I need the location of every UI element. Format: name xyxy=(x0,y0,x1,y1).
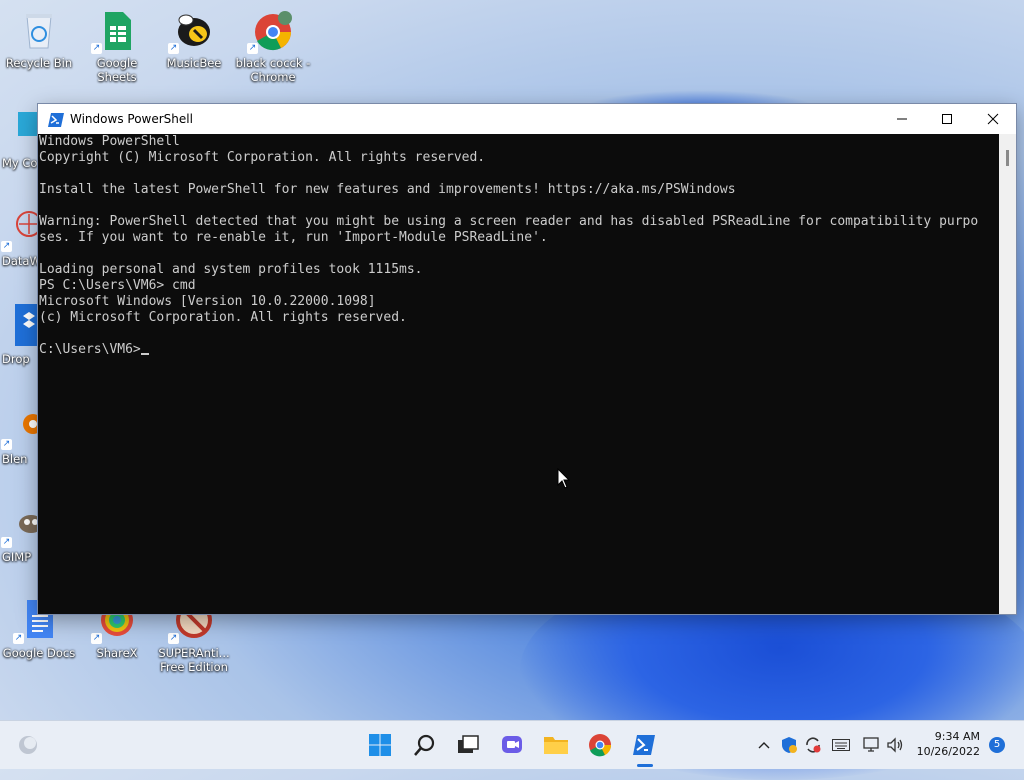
musicbee-icon: ↗ xyxy=(168,8,216,54)
keyboard-tray-button[interactable] xyxy=(831,733,851,757)
desktop-icon-recycle-bin[interactable]: Recycle Bin xyxy=(0,8,78,70)
console-line: Windows PowerShell xyxy=(39,134,180,149)
powershell-window[interactable]: Windows PowerShell Windows PowerShell Co… xyxy=(38,104,1016,614)
shortcut-arrow-icon: ↗ xyxy=(168,633,179,644)
file-explorer-icon xyxy=(544,737,568,754)
clock-date: 10/26/2022 xyxy=(916,745,980,758)
clock-time: 9:34 AM xyxy=(934,730,980,743)
desktop-icon-label: black cocck - Chrome xyxy=(235,56,311,84)
network-icon xyxy=(863,737,879,752)
defender-icon xyxy=(782,737,797,753)
chat-icon xyxy=(502,736,522,753)
chat-button[interactable] xyxy=(496,729,528,761)
clock[interactable]: 9:34 AM 10/26/2022 xyxy=(917,729,980,759)
shortcut-arrow-icon: ↗ xyxy=(247,43,258,54)
shortcut-arrow-icon: ↗ xyxy=(13,633,24,644)
powershell-taskbar-button[interactable] xyxy=(628,729,660,761)
shortcut-arrow-icon: ↗ xyxy=(1,537,12,548)
desktop-icon-label: ShareX xyxy=(96,646,138,660)
title-bar[interactable]: Windows PowerShell xyxy=(38,104,1016,134)
volume-icon xyxy=(887,737,903,753)
console-output[interactable]: Windows PowerShell Copyright (C) Microso… xyxy=(38,134,1000,614)
task-view-icon xyxy=(458,735,479,753)
text-cursor xyxy=(140,353,149,355)
console-prompt: C:\Users\VM6> xyxy=(39,342,141,357)
console-line: Install the latest PowerShell for new fe… xyxy=(39,182,736,197)
console-line: Loading personal and system profiles too… xyxy=(39,262,423,277)
minimize-button[interactable] xyxy=(879,104,925,134)
shortcut-arrow-icon: ↗ xyxy=(91,43,102,54)
desktop-icon-label: Google Sheets xyxy=(96,56,138,84)
maximize-button[interactable] xyxy=(924,104,970,134)
console-line: (c) Microsoft Corporation. All rights re… xyxy=(39,310,407,325)
window-title: Windows PowerShell xyxy=(70,112,193,126)
desktop-icon-label: MusicBee xyxy=(166,56,222,70)
google-sheets-icon: ↗ xyxy=(91,8,139,54)
console-line: Microsoft Windows [Version 10.0.22000.10… xyxy=(39,294,376,309)
shortcut-arrow-icon: ↗ xyxy=(168,43,179,54)
keyboard-icon xyxy=(832,739,850,751)
task-view-button[interactable] xyxy=(452,729,484,761)
widgets-button[interactable] xyxy=(12,729,44,761)
chevron-up-icon xyxy=(758,742,770,749)
chrome-taskbar-button[interactable] xyxy=(584,729,616,761)
scrollbar-thumb[interactable] xyxy=(1006,150,1009,166)
close-icon xyxy=(987,113,999,125)
desktop-icon-chrome-profile[interactable]: ↗ black cocck - Chrome xyxy=(234,8,312,84)
chrome-icon: ↗ xyxy=(247,8,295,54)
notification-badge[interactable]: 5 xyxy=(989,737,1005,753)
desktop-icon-label: Google Docs xyxy=(2,646,76,660)
desktop-icon-google-sheets[interactable]: ↗ Google Sheets xyxy=(78,8,156,84)
defender-tray-button[interactable] xyxy=(779,733,799,757)
recycle-bin-icon xyxy=(17,8,61,52)
shortcut-arrow-icon: ↗ xyxy=(1,439,12,450)
volume-tray-button[interactable] xyxy=(886,733,906,757)
desktop-icon-label: SUPERAnti... Free Edition xyxy=(158,646,230,674)
chrome-icon xyxy=(589,734,612,757)
taskbar: 9:34 AM 10/26/2022 5 xyxy=(0,720,1024,769)
start-button[interactable] xyxy=(364,729,396,761)
vertical-scrollbar[interactable] xyxy=(999,134,1016,614)
widgets-icon xyxy=(19,736,37,754)
sync-tray-button[interactable] xyxy=(803,733,823,757)
powershell-icon xyxy=(48,112,64,127)
console-line: Copyright (C) Microsoft Corporation. All… xyxy=(39,150,486,165)
start-icon xyxy=(369,734,391,756)
shortcut-arrow-icon: ↗ xyxy=(91,633,102,644)
show-hidden-icons-button[interactable] xyxy=(756,733,772,757)
prompt-line[interactable]: C:\Users\VM6> xyxy=(39,342,1000,358)
minimize-icon xyxy=(897,118,907,120)
sync-icon xyxy=(806,737,821,753)
network-tray-button[interactable] xyxy=(862,733,882,757)
shortcut-arrow-icon: ↗ xyxy=(1,241,12,252)
console-line: Warning: PowerShell detected that you mi… xyxy=(39,214,979,229)
desktop-icon-label: Recycle Bin xyxy=(5,56,73,70)
search-button[interactable] xyxy=(409,729,441,761)
console-line: PS C:\Users\VM6> cmd xyxy=(39,278,196,293)
desktop-icon-musicbee[interactable]: ↗ MusicBee xyxy=(155,8,233,70)
search-icon xyxy=(414,734,435,756)
console-line: ses. If you want to re-enable it, run 'I… xyxy=(39,230,548,245)
close-button[interactable] xyxy=(970,104,1016,134)
file-explorer-button[interactable] xyxy=(540,729,572,761)
powershell-icon xyxy=(633,735,655,755)
mouse-pointer-icon xyxy=(557,468,571,489)
maximize-icon xyxy=(942,114,952,124)
active-app-indicator xyxy=(637,764,653,767)
